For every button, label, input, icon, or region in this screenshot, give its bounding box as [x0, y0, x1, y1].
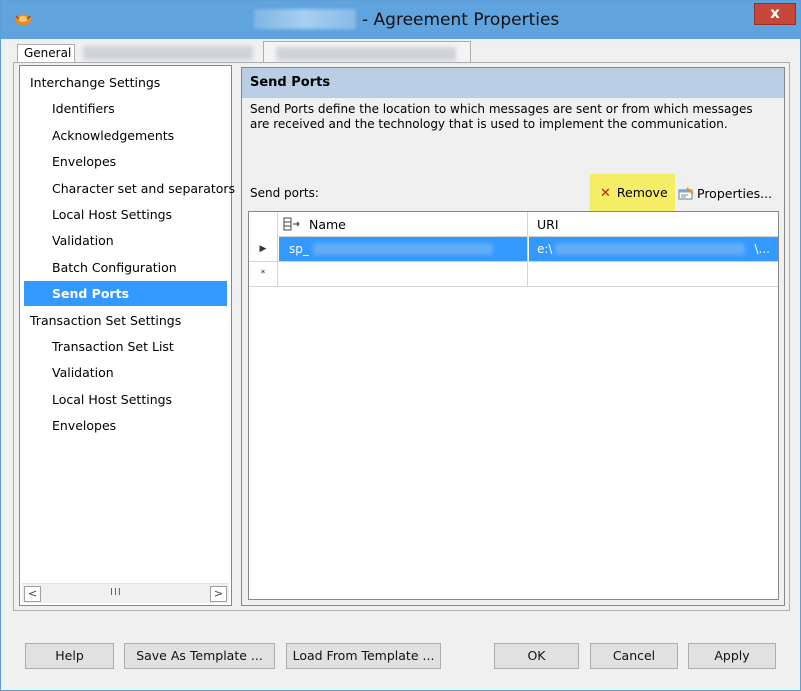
send-ports-grid: Name URI ▶ sp_ e:\ \... *	[248, 211, 779, 600]
properties-icon	[678, 187, 694, 200]
tab-party[interactable]	[263, 41, 471, 62]
window-title: - Agreement Properties	[362, 10, 560, 30]
title-redacted	[254, 9, 356, 29]
remove-x-icon: ✕	[600, 186, 611, 201]
close-button[interactable]: x	[754, 3, 796, 25]
save-as-template-button[interactable]: Save As Template ...	[124, 643, 275, 669]
cell-uri-ellipsis: \...	[754, 242, 771, 256]
tab-general[interactable]: General	[17, 44, 75, 62]
nav-item-local-host-settings[interactable]: Local Host Settings	[24, 387, 227, 412]
scroll-left-icon[interactable]: <	[24, 586, 41, 602]
grid-header-row: Name URI	[249, 212, 778, 237]
table-row-new[interactable]: *	[249, 262, 778, 287]
properties-label: Properties...	[697, 186, 773, 201]
send-ports-label: Send ports:	[250, 186, 319, 200]
scroll-thumb[interactable]: III	[110, 587, 122, 598]
remove-button[interactable]: ✕ Remove	[590, 174, 675, 212]
uri-redacted	[555, 243, 745, 255]
table-row[interactable]: ▶ sp_ e:\ \...	[249, 237, 778, 262]
cell-name-new[interactable]	[279, 262, 528, 286]
nav-item-send-ports[interactable]: Send Ports	[24, 281, 227, 307]
tab-strip: General	[13, 40, 798, 62]
app-icon	[15, 14, 31, 26]
load-from-template-button[interactable]: Load From Template ...	[286, 643, 441, 669]
ok-button[interactable]: OK	[494, 643, 579, 669]
cell-name-value: sp_	[289, 242, 309, 256]
row-indicator-new[interactable]: *	[249, 262, 278, 286]
settings-nav-tree: Interchange Settings Identifiers Acknowled…	[19, 65, 235, 606]
apply-button[interactable]: Apply	[688, 643, 776, 669]
cell-name[interactable]: sp_	[279, 237, 528, 261]
nav-item-batch-configuration[interactable]: Batch Configuration	[24, 255, 227, 280]
nav-item-transaction-set-settings[interactable]: Transaction Set Settings	[24, 308, 227, 333]
title-bar[interactable]: - Agreement Properties x	[1, 1, 800, 39]
remove-label: Remove	[616, 185, 668, 200]
cell-uri-value: e:\	[537, 242, 553, 256]
column-header-name[interactable]: Name	[279, 212, 528, 237]
nav-item-envelopes[interactable]: Envelopes	[24, 149, 227, 174]
nav-item-validation[interactable]: Validation	[24, 360, 227, 385]
nav-item-interchange-settings[interactable]: Interchange Settings	[24, 70, 227, 95]
panel-description: Send Ports define the location to which …	[250, 102, 753, 131]
scroll-right-icon[interactable]: >	[210, 586, 227, 602]
column-name-label: Name	[309, 217, 346, 232]
nav-item-character-set-and-separators[interactable]: Character set and separators	[24, 176, 235, 201]
cell-uri-new[interactable]	[529, 262, 778, 286]
send-ports-panel: Send Ports Send Ports define the locatio…	[241, 67, 785, 606]
cancel-button[interactable]: Cancel	[590, 643, 678, 669]
tab-party-redacted	[276, 47, 456, 61]
column-header-uri[interactable]: URI	[529, 212, 778, 237]
nav-horizontal-scrollbar[interactable]: < III >	[22, 583, 229, 603]
row-indicator-current[interactable]: ▶	[249, 237, 278, 261]
column-sort-icon	[283, 217, 300, 231]
grid-corner-header	[249, 212, 278, 237]
nav-item-transaction-set-list[interactable]: Transaction Set List	[24, 334, 227, 359]
properties-button[interactable]: Properties...	[678, 184, 772, 204]
help-button[interactable]: Help	[25, 643, 114, 669]
nav-item-acknowledgements[interactable]: Acknowledgements	[24, 123, 227, 148]
agreement-properties-window: - Agreement Properties x General Interch…	[0, 0, 801, 691]
cell-uri[interactable]: e:\ \...	[529, 237, 778, 261]
name-redacted	[313, 243, 493, 255]
panel-header: Send Ports	[242, 68, 784, 98]
nav-item-identifiers[interactable]: Identifiers	[24, 96, 227, 121]
nav-item-envelopes[interactable]: Envelopes	[24, 413, 227, 438]
tab-redacted	[83, 46, 253, 60]
nav-item-validation[interactable]: Validation	[24, 228, 227, 253]
nav-item-local-host-settings[interactable]: Local Host Settings	[24, 202, 227, 227]
